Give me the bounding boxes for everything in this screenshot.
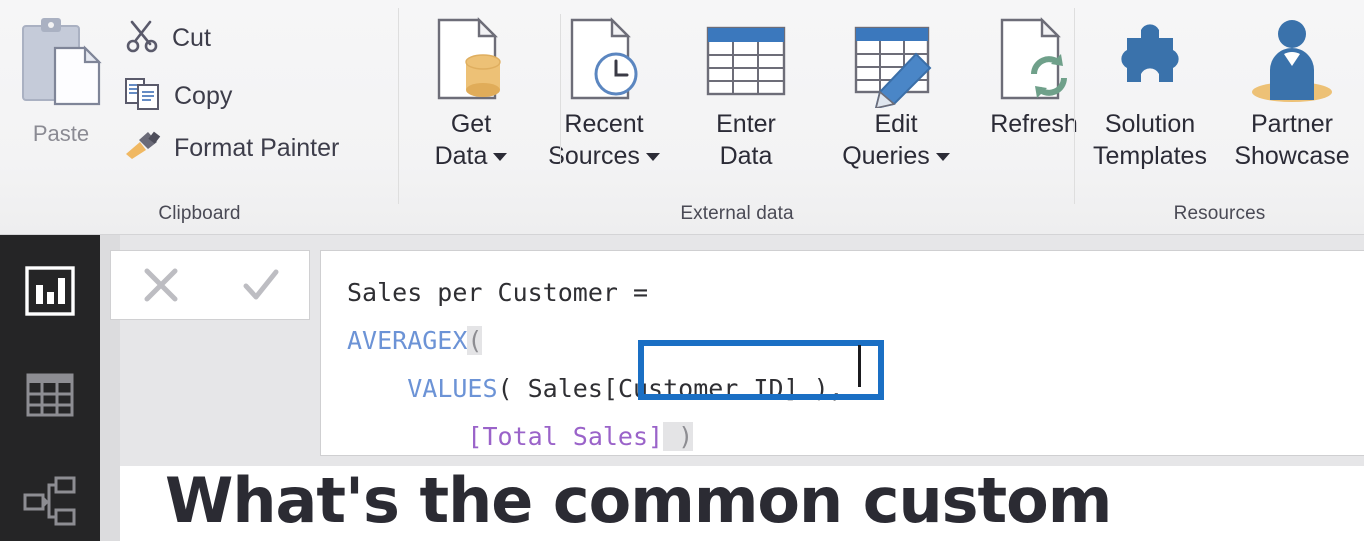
dax-formula-bar[interactable]: Sales per Customer = AVERAGEX( VALUES( S… bbox=[320, 250, 1364, 456]
recent-sources-label-line2: Sources bbox=[548, 140, 660, 172]
formula-line3-indent bbox=[347, 374, 407, 403]
clipboard-icon bbox=[15, 12, 107, 117]
copy-label: Copy bbox=[174, 82, 233, 110]
partner-showcase-label-line2: Showcase bbox=[1234, 142, 1350, 170]
power-bi-window: Paste Cut Copy Format Painter Clipboard … bbox=[0, 0, 1364, 541]
ribbon-group-external-data: Get Data Recent Sources Enter Data Edit … bbox=[399, 0, 1078, 235]
ribbon: Paste Cut Copy Format Painter Clipboard … bbox=[0, 0, 1364, 235]
formula-line3-args: ( Sales[Customer ID] ), bbox=[497, 374, 844, 403]
chevron-down-icon[interactable] bbox=[493, 153, 508, 162]
recent-sources-button[interactable]: Recent Sources bbox=[530, 8, 678, 172]
person-icon bbox=[1244, 8, 1340, 108]
enter-data-button[interactable]: Enter Data bbox=[686, 8, 806, 172]
formula-measure-name: Sales per Customer = bbox=[347, 278, 649, 307]
ribbon-group-clipboard: Paste Cut Copy Format Painter Clipboard bbox=[0, 0, 399, 235]
chevron-down-icon[interactable] bbox=[935, 153, 950, 162]
formula-open-paren: ( bbox=[467, 326, 483, 355]
table-grid-icon bbox=[24, 369, 76, 426]
formula-measure-total-sales: [Total Sales] bbox=[467, 422, 664, 451]
formula-close-paren: ) bbox=[663, 422, 694, 451]
relationships-icon bbox=[23, 476, 77, 531]
report-canvas[interactable]: What's the common custom bbox=[120, 466, 1364, 541]
format-painter-label: Format Painter bbox=[174, 134, 340, 162]
edit-queries-button[interactable]: Edit Queries bbox=[826, 8, 966, 172]
subgroup-separator bbox=[560, 14, 561, 164]
partner-showcase-button[interactable]: Partner Showcase bbox=[1220, 8, 1364, 172]
solution-templates-label-line2: Templates bbox=[1093, 142, 1207, 170]
x-icon bbox=[144, 268, 177, 302]
get-data-button[interactable]: Get Data bbox=[416, 8, 526, 172]
sidebar-item-data-view[interactable] bbox=[0, 359, 100, 435]
table-icon bbox=[702, 8, 790, 108]
page-refresh-icon bbox=[994, 8, 1074, 108]
formula-function-values: VALUES bbox=[407, 374, 498, 403]
scissors-icon bbox=[124, 18, 160, 59]
report-title: What's the common custom bbox=[165, 466, 1112, 537]
puzzle-piece-icon bbox=[1107, 8, 1193, 108]
table-pencil-icon bbox=[850, 8, 942, 108]
sidebar-item-model-view[interactable] bbox=[0, 465, 100, 541]
recent-sources-label-line1: Recent bbox=[564, 110, 644, 138]
page-clock-icon bbox=[564, 8, 644, 108]
view-sidebar bbox=[0, 235, 100, 541]
group-label-external-data: External data bbox=[680, 203, 794, 224]
solution-templates-button[interactable]: Solution Templates bbox=[1085, 8, 1215, 172]
get-data-label-line2: Data bbox=[435, 140, 508, 172]
solution-templates-label-line1: Solution bbox=[1104, 110, 1196, 138]
ribbon-group-resources: Solution Templates Partner Showcase Reso… bbox=[1075, 0, 1364, 235]
formula-line4-indent bbox=[347, 422, 467, 451]
paste-label: Paste bbox=[32, 121, 90, 146]
group-label-resources: Resources bbox=[1173, 203, 1266, 224]
format-painter-button[interactable]: Format Painter bbox=[124, 130, 339, 167]
cut-label: Cut bbox=[172, 24, 211, 52]
accept-formula-button[interactable] bbox=[228, 253, 292, 317]
chevron-down-icon[interactable] bbox=[645, 153, 660, 162]
refresh-label: Refresh bbox=[990, 110, 1078, 138]
get-data-label-line1: Get bbox=[450, 110, 492, 138]
checkmark-icon bbox=[243, 269, 278, 300]
copy-button[interactable]: Copy bbox=[124, 76, 232, 117]
edit-queries-label-line2: Queries bbox=[842, 140, 950, 172]
partner-showcase-label-line1: Partner bbox=[1251, 110, 1333, 138]
copy-icon bbox=[124, 76, 162, 117]
formula-function-averagex: AVERAGEX bbox=[347, 326, 468, 355]
sidebar-item-report-view[interactable] bbox=[0, 255, 100, 331]
database-page-icon bbox=[431, 8, 511, 108]
edit-queries-label-line1: Edit bbox=[874, 110, 918, 138]
enter-data-label-line1: Enter bbox=[716, 110, 776, 138]
paste-button[interactable]: Paste bbox=[13, 12, 109, 160]
bar-chart-icon bbox=[24, 265, 76, 322]
formula-confirm-bar bbox=[110, 250, 310, 320]
text-cursor bbox=[858, 345, 861, 387]
cancel-formula-button[interactable] bbox=[129, 253, 193, 317]
paintbrush-icon bbox=[124, 130, 162, 167]
group-label-clipboard: Clipboard bbox=[158, 203, 241, 224]
enter-data-label-line2: Data bbox=[719, 142, 773, 170]
cut-button[interactable]: Cut bbox=[124, 18, 211, 59]
